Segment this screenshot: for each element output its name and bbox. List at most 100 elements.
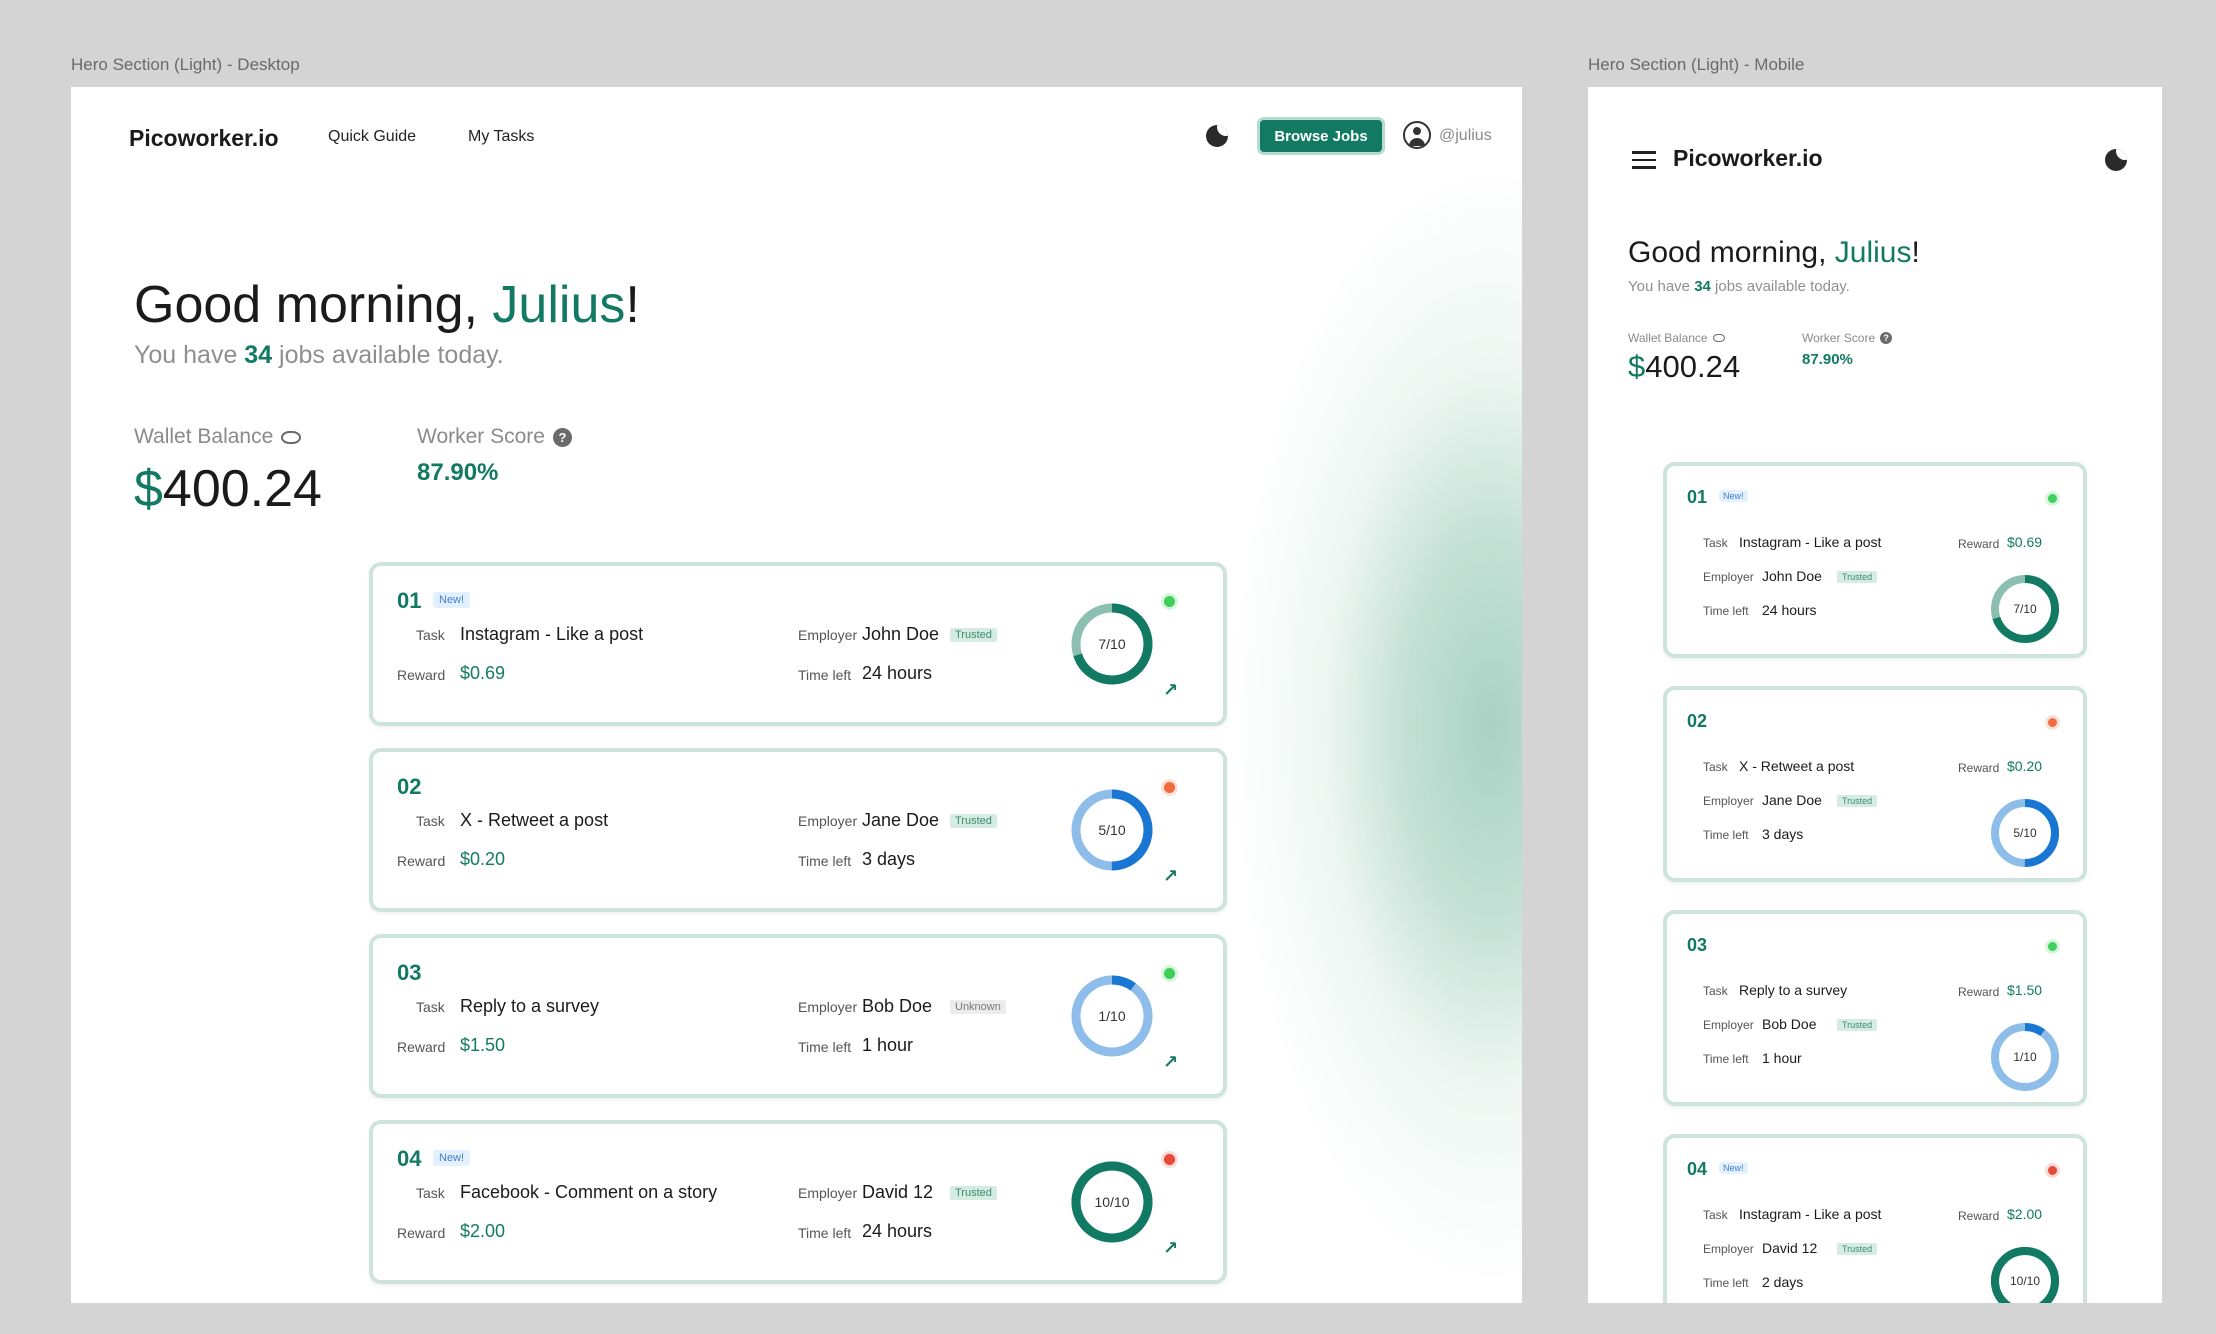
- progress-text: 1/10: [1098, 1008, 1126, 1024]
- employer-name: Jane Doe: [1762, 792, 1822, 808]
- menu-icon[interactable]: [1632, 151, 1656, 169]
- time-left-label: Time left: [798, 853, 852, 869]
- job-card[interactable]: 02 Task X - Retweet a post Reward $0.20 Emplo…: [369, 748, 1227, 912]
- employer-label: Employer: [1703, 1018, 1754, 1032]
- job-card[interactable]: 02 Task X - Retweet a post Reward $0.20 Emplo…: [1663, 686, 2087, 882]
- trust-badge: Unknown: [950, 1000, 1006, 1014]
- reward-label: Reward: [397, 1225, 446, 1241]
- job-number: 03: [397, 960, 422, 985]
- worker-score-label: Worker Score?: [417, 425, 572, 449]
- page-title: Good morning, Julius!: [1628, 236, 1920, 269]
- worker-score: 87.90%: [417, 459, 499, 486]
- new-badge: New!: [433, 1150, 471, 1166]
- job-number: 04: [397, 1146, 422, 1171]
- brand-logo[interactable]: Picoworker.io: [1673, 145, 1823, 172]
- status-dot: [2048, 718, 2057, 727]
- job-number: 01: [1687, 487, 1708, 507]
- task-name: X - Retweet a post: [1739, 758, 1855, 774]
- eye-icon[interactable]: [281, 430, 302, 444]
- nav-quick-guide[interactable]: Quick Guide: [328, 128, 416, 146]
- job-number: 01: [397, 588, 422, 613]
- help-icon[interactable]: ?: [552, 427, 572, 447]
- job-card[interactable]: 04 New! Task Facebook - Comment on a story R…: [369, 1120, 1227, 1284]
- status-dot: [1164, 596, 1175, 607]
- task-label: Task: [1703, 536, 1728, 550]
- time-left-label: Time left: [798, 1039, 852, 1055]
- mobile-frame-label: Hero Section (Light) - Mobile: [1588, 55, 1805, 74]
- job-number: 04: [1687, 1159, 1708, 1179]
- trust-badge: Trusted: [1837, 1019, 1878, 1031]
- job-card[interactable]: 03 Task Reply to a survey Reward $1.50 Employ…: [1663, 910, 2087, 1106]
- time-left-value: 24 hours: [1762, 602, 1817, 618]
- nav-my-tasks[interactable]: My Tasks: [468, 128, 534, 146]
- mobile-frame: Picoworker.io Good morning, Julius! You …: [1588, 87, 2162, 1303]
- time-left-label: Time left: [1703, 1052, 1749, 1066]
- task-name: Reply to a survey: [460, 996, 600, 1016]
- brand-logo[interactable]: Picoworker.io: [129, 125, 279, 152]
- time-left-value: 1 hour: [1762, 1050, 1802, 1066]
- jobs-available-text: You have 34 jobs available today.: [134, 341, 504, 369]
- wallet-balance-label: Wallet Balance: [1628, 331, 1725, 345]
- user-icon[interactable]: [1403, 121, 1431, 149]
- progress-text: 5/10: [1098, 822, 1126, 838]
- wallet-balance-label: Wallet Balance: [134, 425, 302, 449]
- dark-mode-icon[interactable]: [2105, 149, 2127, 171]
- arrow-up-right-icon[interactable]: ↗: [1163, 1052, 1178, 1073]
- reward-label: Reward: [397, 853, 446, 869]
- desktop-frame-label: Hero Section (Light) - Desktop: [71, 55, 300, 74]
- arrow-up-right-icon[interactable]: ↗: [1163, 866, 1178, 887]
- browse-jobs-button[interactable]: Browse Jobs: [1257, 117, 1385, 155]
- trust-badge: Trusted: [950, 814, 997, 828]
- progress-text: 1/10: [2013, 1050, 2037, 1064]
- dark-mode-icon[interactable]: [1206, 125, 1228, 147]
- jobs-available-text: You have 34 jobs available today.: [1628, 278, 1850, 295]
- username[interactable]: @julius: [1439, 127, 1492, 145]
- task-name: Instagram - Like a post: [1739, 1206, 1882, 1222]
- time-left-value: 24 hours: [862, 1221, 933, 1241]
- time-left-label: Time left: [1703, 828, 1749, 842]
- time-left-value: 3 days: [862, 849, 916, 869]
- reward-value: $0.69: [460, 663, 506, 683]
- progress-text: 10/10: [2009, 1274, 2041, 1288]
- job-card[interactable]: 01 New! Task Instagram - Like a post Reward $…: [1663, 462, 2087, 658]
- arrow-up-right-icon[interactable]: ↗: [1163, 1238, 1178, 1259]
- task-label: Task: [416, 999, 445, 1015]
- employer-name: David 12: [862, 1182, 934, 1202]
- employer-name: Bob Doe: [862, 996, 933, 1016]
- eye-icon[interactable]: [1712, 334, 1725, 342]
- page-title: Good morning, Julius!: [134, 276, 640, 334]
- employer-label: Employer: [1703, 1242, 1754, 1256]
- employer-label: Employer: [1703, 570, 1754, 584]
- task-name: Instagram - Like a post: [460, 624, 644, 644]
- worker-score: 87.90%: [1802, 351, 1853, 368]
- task-label: Task: [416, 627, 445, 643]
- trust-badge: Trusted: [1837, 571, 1878, 583]
- task-name: Reply to a survey: [1739, 982, 1848, 998]
- arrow-up-right-icon[interactable]: ↗: [1163, 680, 1178, 701]
- new-badge: New!: [1719, 1162, 1748, 1174]
- wallet-balance: $400.24: [134, 460, 322, 518]
- job-card[interactable]: 03 Task Reply to a survey Reward $1.50 Employ…: [369, 934, 1227, 1098]
- job-card[interactable]: 01 New! Task Instagram - Like a post Reward $…: [369, 562, 1227, 726]
- reward-label: Reward: [1958, 985, 2000, 999]
- reward-label: Reward: [1958, 761, 2000, 775]
- reward-label: Reward: [1958, 537, 2000, 551]
- trust-badge: Trusted: [1837, 795, 1878, 807]
- task-name: Instagram - Like a post: [1739, 534, 1882, 550]
- status-dot: [1164, 782, 1175, 793]
- time-left-value: 1 hour: [862, 1035, 914, 1055]
- status-dot: [2048, 494, 2057, 503]
- reward-value: $0.20: [2007, 758, 2043, 774]
- reward-value: $0.20: [460, 849, 506, 869]
- status-dot: [2048, 942, 2057, 951]
- reward-value: $1.50: [460, 1035, 506, 1055]
- task-label: Task: [1703, 984, 1728, 998]
- new-badge: New!: [1719, 490, 1748, 502]
- reward-value: $2.00: [460, 1221, 506, 1241]
- job-card[interactable]: 04 New! Task Instagram - Like a post Reward $…: [1663, 1134, 2087, 1303]
- help-icon[interactable]: ?: [1880, 332, 1893, 344]
- employer-name: Jane Doe: [862, 810, 940, 830]
- employer-name: David 12: [1762, 1240, 1818, 1256]
- trust-badge: Trusted: [950, 628, 997, 642]
- trust-badge: Trusted: [1837, 1243, 1878, 1255]
